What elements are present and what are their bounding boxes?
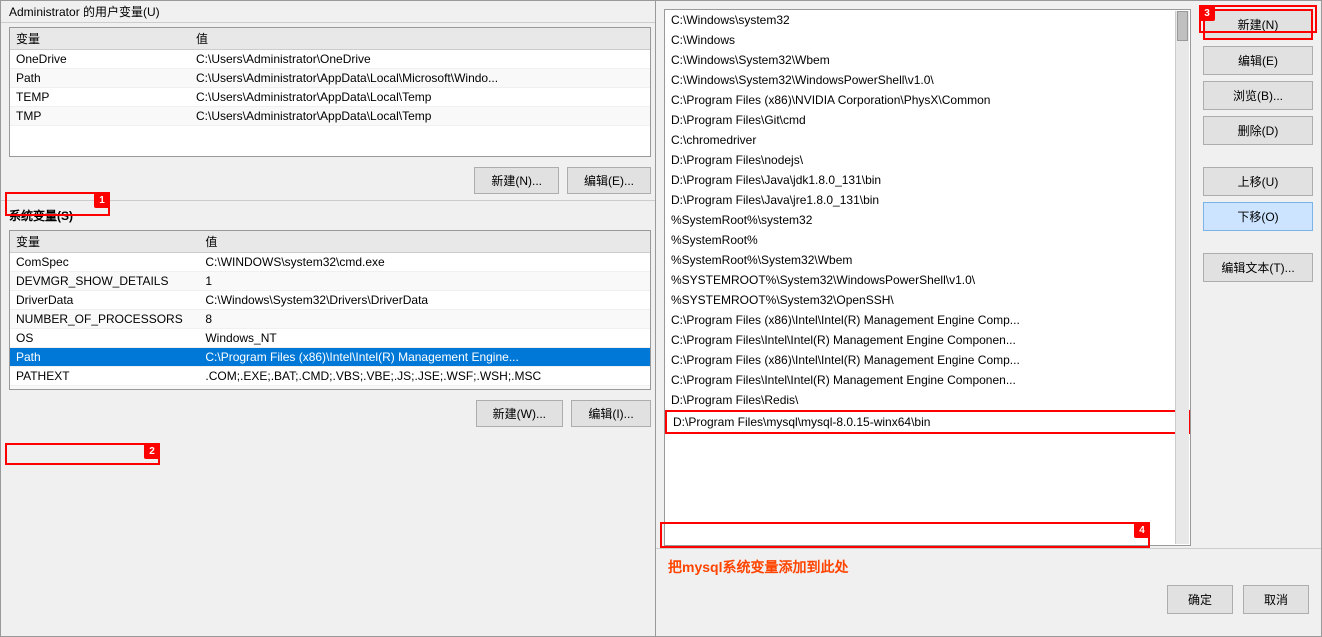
system-edit-button[interactable]: 编辑(I)... [571,400,651,427]
user-var-name: Path [10,69,190,88]
dialog-action-buttons: 确定 取消 [656,581,1321,618]
path-list-item[interactable]: %SystemRoot%\system32 [665,210,1190,230]
sys-var-name: Path [10,348,199,367]
path-list-item[interactable]: D:\Program Files\nodejs\ [665,150,1190,170]
path-edit-text-button[interactable]: 编辑文本(T)... [1203,253,1313,282]
path-list-item[interactable]: %SYSTEMROOT%\System32\WindowsPowerShell\… [665,270,1190,290]
path-list-item[interactable]: %SystemRoot%\System32\Wbem [665,250,1190,270]
path-move-up-button[interactable]: 上移(U) [1203,167,1313,196]
path-list-item[interactable]: D:\Program Files\Java\jdk1.8.0_131\bin [665,170,1190,190]
path-list-item[interactable]: C:\Program Files (x86)\Intel\Intel(R) Ma… [665,310,1190,330]
path-list-item[interactable]: C:\Windows [665,30,1190,50]
user-table-row[interactable]: OneDriveC:\Users\Administrator\OneDrive [10,50,650,69]
annotation-2-num: 2 [144,443,160,459]
sys-var-name: NUMBER_OF_PROCESSORS [10,310,199,329]
annotation-2-box: 2 [5,443,160,465]
user-section-title: Administrator 的用户变量(U) [9,5,160,19]
sys-table-row[interactable]: PathC:\Program Files (x86)\Intel\Intel(R… [10,348,650,367]
env-dialog: Administrator 的用户变量(U) 变量 值 OneDriveC:\U… [0,0,660,637]
path-list-item[interactable]: %SYSTEMROOT%\System32\OpenSSH\ [665,290,1190,310]
path-dialog-bottom: 把mysql系统变量添加到此处 确定 取消 [656,548,1321,636]
sys-var-name: PATHEXT [10,367,199,386]
right-buttons-panel: 新建(N) 编辑(E) 浏览(B)... 删除(D) 上移(U) 下移(O) 编… [1203,9,1313,282]
path-move-down-button[interactable]: 下移(O) [1203,202,1313,231]
sys-var-value: C:\WINDOWS\system32\cmd.exe [199,253,650,272]
sys-var-name: OS [10,329,199,348]
system-buttons-row: 新建(W)... 编辑(I)... [1,394,659,433]
ok-button[interactable]: 确定 [1167,585,1233,614]
user-var-name: OneDrive [10,50,190,69]
user-variables-table[interactable]: 变量 值 OneDriveC:\Users\Administrator\OneD… [9,27,651,157]
sys-var-name: DEVMGR_SHOW_DETAILS [10,272,199,291]
user-var-value: C:\Users\Administrator\AppData\Local\Mic… [190,69,650,88]
user-buttons-row: 新建(N)... 编辑(E)... [1,161,659,200]
path-new-button[interactable]: 新建(N) [1203,9,1313,40]
sys-table-row[interactable]: NUMBER_OF_PROCESSORS8 [10,310,650,329]
system-section-title: 系统变量(S) [9,209,73,223]
path-list-item[interactable]: C:\Program Files\Intel\Intel(R) Manageme… [665,370,1190,390]
system-section-header: 系统变量(S) [1,200,659,226]
path-list-item[interactable]: D:\Program Files\Java\jre1.8.0_131\bin [665,190,1190,210]
sys-table-row[interactable]: DEVMGR_SHOW_DETAILS1 [10,272,650,291]
bottom-instruction-text: 把mysql系统变量添加到此处 [656,549,1321,581]
sys-var-value: .COM;.EXE;.BAT;.CMD;.VBS;.VBE;.JS;.JSE;.… [199,367,650,386]
scrollbar[interactable] [1175,11,1189,544]
sys-col1-header: 变量 [10,231,199,253]
user-col1-header: 变量 [10,28,190,50]
sys-table-row[interactable]: ComSpecC:\WINDOWS\system32\cmd.exe [10,253,650,272]
sys-var-value: 1 [199,272,650,291]
user-col2-header: 值 [190,28,650,50]
system-new-button[interactable]: 新建(W)... [476,400,563,427]
sys-var-name: ComSpec [10,253,199,272]
sys-var-value: 8 [199,310,650,329]
user-var-value: C:\Users\Administrator\AppData\Local\Tem… [190,107,650,126]
sys-col2-header: 值 [199,231,650,253]
user-new-button[interactable]: 新建(N)... [474,167,559,194]
path-list-item[interactable]: C:\Windows\system32 [665,10,1190,30]
sys-table-row[interactable]: DriverDataC:\Windows\System32\Drivers\Dr… [10,291,650,310]
user-var-name: TEMP [10,88,190,107]
path-list-item[interactable]: D:\Program Files\Git\cmd [665,110,1190,130]
path-list-container[interactable]: C:\Windows\system32C:\WindowsC:\Windows\… [664,9,1191,546]
path-list-item[interactable]: C:\Program Files\Intel\Intel(R) Manageme… [665,330,1190,350]
sys-var-value: C:\Program Files (x86)\Intel\Intel(R) Ma… [199,348,650,367]
sys-table-row[interactable]: PATHEXT.COM;.EXE;.BAT;.CMD;.VBS;.VBE;.JS… [10,367,650,386]
scrollbar-thumb[interactable] [1177,11,1188,41]
user-table-row[interactable]: TEMPC:\Users\Administrator\AppData\Local… [10,88,650,107]
user-section-header: Administrator 的用户变量(U) [1,1,659,23]
path-list-item[interactable]: C:\chromedriver [665,130,1190,150]
path-list-item[interactable]: C:\Program Files (x86)\Intel\Intel(R) Ma… [665,350,1190,370]
path-browse-button[interactable]: 浏览(B)... [1203,81,1313,110]
user-edit-button[interactable]: 编辑(E)... [567,167,651,194]
system-variables-table[interactable]: 变量 值 ComSpecC:\WINDOWS\system32\cmd.exeD… [9,230,651,390]
path-delete-button[interactable]: 删除(D) [1203,116,1313,145]
cancel-button[interactable]: 取消 [1243,585,1309,614]
user-var-value: C:\Users\Administrator\OneDrive [190,50,650,69]
path-list-item[interactable]: C:\Windows\System32\WindowsPowerShell\v1… [665,70,1190,90]
path-dialog: C:\Windows\system32C:\WindowsC:\Windows\… [655,0,1322,637]
path-list-item[interactable]: %SystemRoot% [665,230,1190,250]
sys-table-row[interactable]: OSWindows_NT [10,329,650,348]
sys-var-name: DriverData [10,291,199,310]
sys-var-value: AMD64 [199,386,650,391]
user-var-value: C:\Users\Administrator\AppData\Local\Tem… [190,88,650,107]
user-table-row[interactable]: PathC:\Users\Administrator\AppData\Local… [10,69,650,88]
path-list-item[interactable]: C:\Windows\System32\Wbem [665,50,1190,70]
path-list-item[interactable]: C:\Program Files (x86)\NVIDIA Corporatio… [665,90,1190,110]
mysql-path-item[interactable]: D:\Program Files\mysql\mysql-8.0.15-winx… [665,410,1190,434]
user-var-name: TMP [10,107,190,126]
path-list-item[interactable]: D:\Program Files\Redis\ [665,390,1190,410]
path-edit-button[interactable]: 编辑(E) [1203,46,1313,75]
sys-var-value: Windows_NT [199,329,650,348]
sys-var-value: C:\Windows\System32\Drivers\DriverData [199,291,650,310]
sys-var-name: PROCESSOR_ARCHITECTURE [10,386,199,391]
sys-table-row[interactable]: PROCESSOR_ARCHITECTUREAMD64 [10,386,650,391]
user-table-row[interactable]: TMPC:\Users\Administrator\AppData\Local\… [10,107,650,126]
